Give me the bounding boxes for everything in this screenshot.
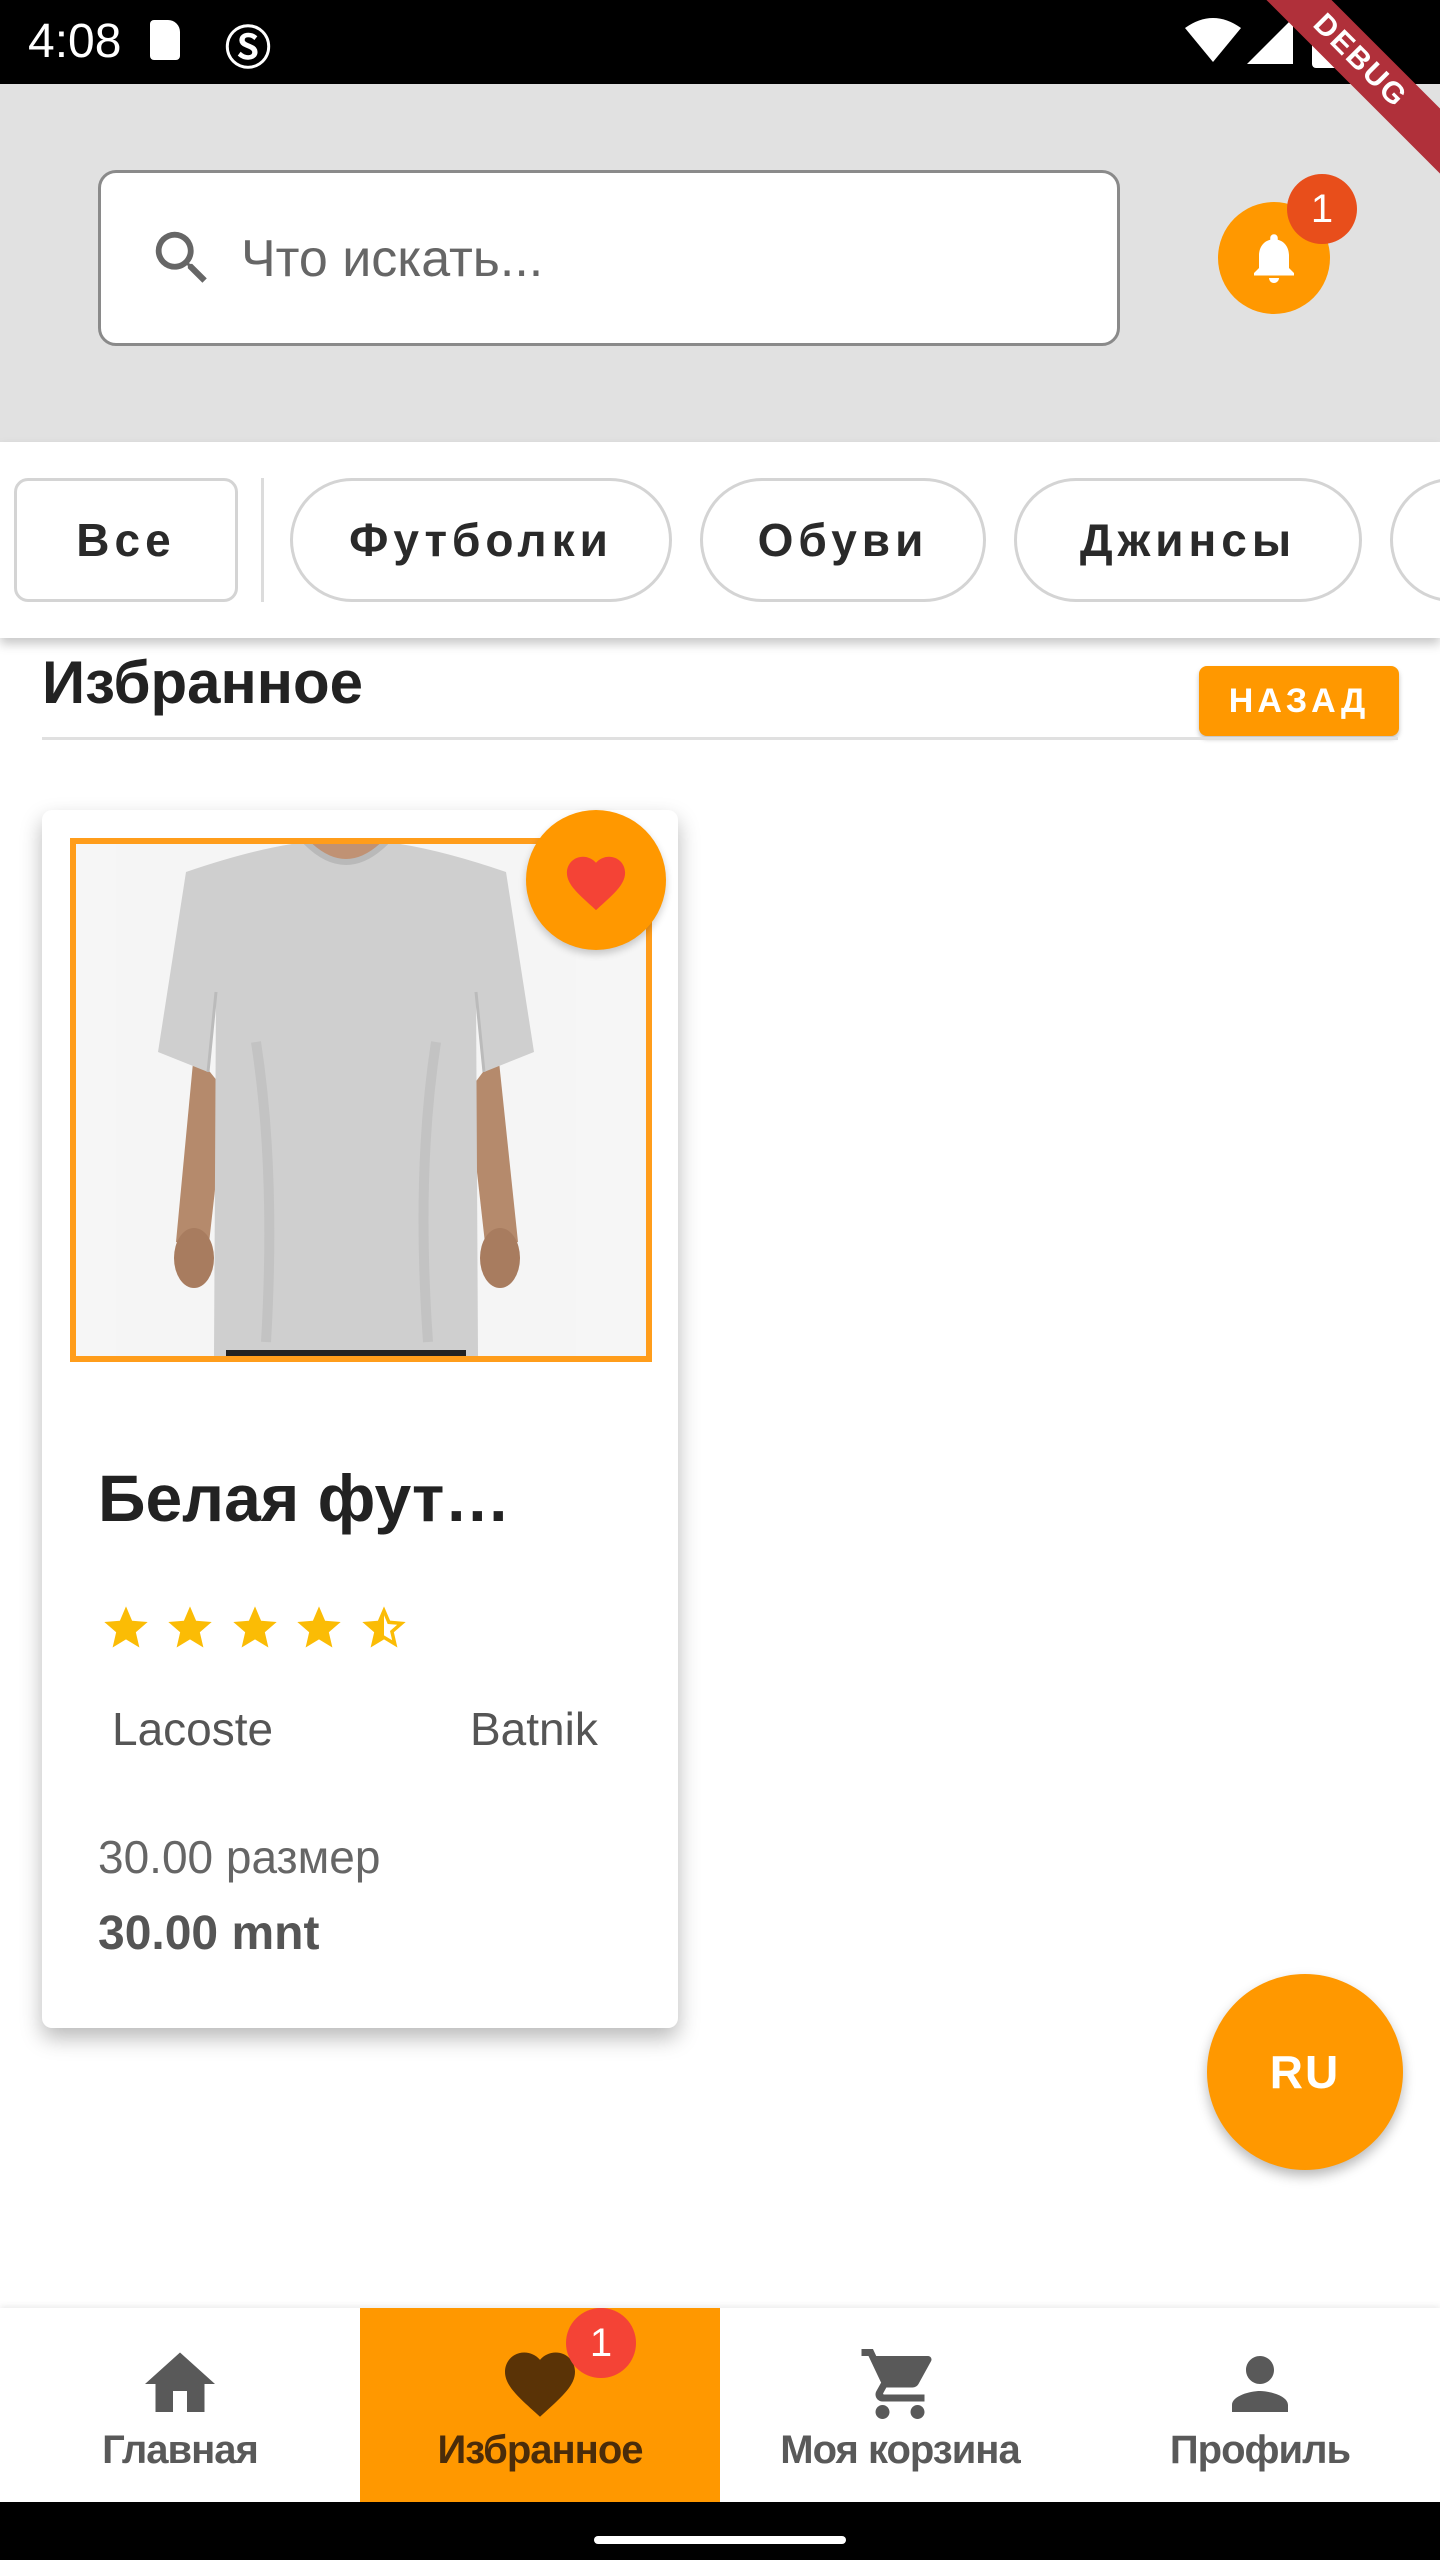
- sd-card-icon: [150, 20, 180, 60]
- product-card[interactable]: Белая фут… Lacoste Batnik 30.00 размер 3…: [42, 810, 678, 2028]
- section-divider: [42, 737, 1398, 740]
- nav-item-cart[interactable]: Моя корзина: [720, 2308, 1080, 2502]
- star-rating: [100, 1602, 418, 1662]
- nav-label-profile: Профиль: [1169, 2428, 1351, 2472]
- star-icon: [229, 1602, 281, 1659]
- product-price: 30.00 mnt: [98, 1907, 320, 1960]
- product-title: Белая фут…: [98, 1461, 511, 1535]
- product-brand: Lacoste: [112, 1703, 274, 1755]
- nav-item-favorites[interactable]: 1 Избранное: [360, 2308, 720, 2502]
- search-input[interactable]: [241, 217, 1081, 301]
- nav-label-cart: Моя корзина: [780, 2428, 1020, 2472]
- category-bar: Все Футболки Обуви Джинсы: [0, 442, 1440, 638]
- status-bar: 4:08 Ⓢ DEBUG: [0, 0, 1440, 184]
- product-size: 30.00 размер: [98, 1831, 381, 1883]
- nav-label-home: Главная: [102, 2428, 259, 2472]
- star-icon: [100, 1602, 152, 1659]
- bottom-nav: Главная 1 Избранное Моя корзина Профиль: [0, 2308, 1440, 2502]
- system-nav-bar: [0, 2502, 1440, 2560]
- star-icon: [293, 1602, 345, 1659]
- category-chip-tshirts[interactable]: Футболки: [290, 478, 672, 602]
- star-half-icon: [358, 1602, 410, 1659]
- page-title: Избранное: [42, 649, 364, 716]
- category-chip-jeans[interactable]: Джинсы: [1014, 478, 1362, 602]
- header: 1: [0, 84, 1440, 442]
- category-chip-shoes[interactable]: Обуви: [700, 478, 986, 602]
- category-divider: [261, 478, 264, 602]
- heart-icon: [560, 848, 632, 917]
- nav-item-home[interactable]: Главная: [0, 2308, 360, 2502]
- back-button[interactable]: НАЗАД: [1199, 666, 1399, 736]
- home-icon: [138, 2342, 222, 2431]
- product-category: Batnik: [470, 1703, 598, 1755]
- language-button[interactable]: RU: [1207, 1974, 1403, 2170]
- search-box[interactable]: [98, 170, 1120, 346]
- bell-icon: [1244, 226, 1304, 295]
- favorite-button[interactable]: [526, 810, 666, 950]
- category-chip-all[interactable]: Все: [14, 478, 238, 602]
- star-icon: [164, 1602, 216, 1659]
- signal-icon: [1247, 18, 1293, 69]
- nav-label-favorites: Избранное: [437, 2428, 643, 2472]
- tshirt-image: [116, 844, 576, 1356]
- search-icon: [147, 223, 217, 298]
- favorites-badge: 1: [566, 2308, 636, 2378]
- nav-item-profile[interactable]: Профиль: [1080, 2308, 1440, 2502]
- home-handle[interactable]: [594, 2536, 846, 2544]
- person-icon: [1218, 2342, 1302, 2431]
- notification-badge: 1: [1287, 174, 1357, 244]
- status-time: 4:08: [28, 15, 122, 68]
- s-icon: Ⓢ: [225, 22, 271, 74]
- wifi-icon: [1185, 18, 1241, 67]
- cart-icon: [858, 2342, 942, 2431]
- category-chip-more[interactable]: [1390, 478, 1440, 602]
